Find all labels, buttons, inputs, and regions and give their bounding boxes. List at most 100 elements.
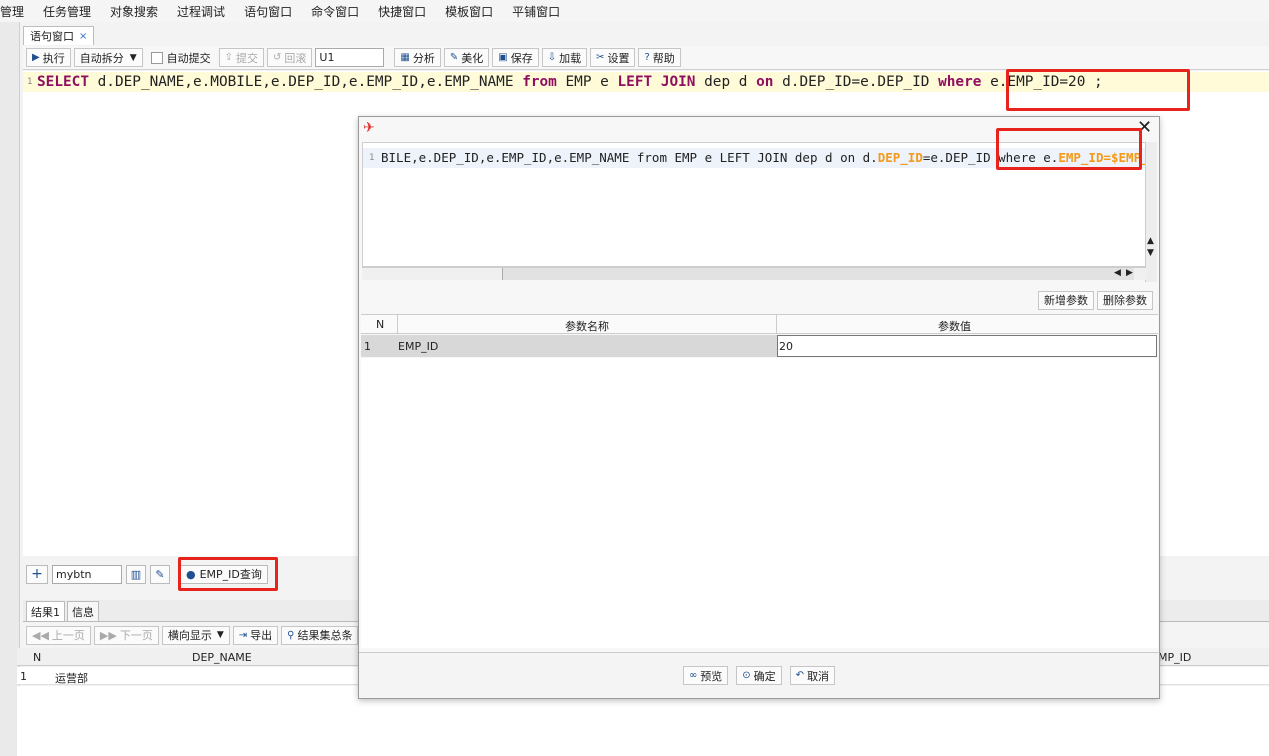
highlight-box-param [996,128,1142,170]
column-divider [397,315,398,334]
col-n[interactable]: N [376,318,384,331]
magic-wand-icon: ✎ [449,52,459,63]
scrollbar-thumb[interactable] [502,268,1134,280]
row-number: 1 [20,670,27,683]
param-table-header: N 参数名称 参数值 [361,314,1158,334]
save-label: 保存 [510,51,533,65]
execute-button[interactable]: ▶ 执行 [26,48,71,67]
export-button[interactable]: ⇥ 导出 [232,625,279,645]
menu-item-template-window[interactable]: 模板窗口 [445,3,493,20]
analyze-button[interactable]: ▦ 分析 [394,48,441,67]
chevron-down-icon: ▼ [216,630,224,640]
help-icon: ? [644,52,650,63]
highlight-box-where [1006,69,1190,111]
menu-item-debug[interactable]: 过程调试 [177,3,225,20]
menu-item-tile-windows[interactable]: 平铺窗口 [512,3,560,20]
sql-keyword: from [522,74,557,90]
floppy-icon: ▣ [498,52,508,63]
sql-keyword: where [938,74,982,90]
settings-label: 设置 [607,51,630,65]
rollback-button[interactable]: ↺ 回滚 [267,48,313,67]
highlight-box-button [178,557,278,591]
ok-button[interactable]: ⊙ 确定 [736,666,782,685]
preview-button[interactable]: ∞ 预览 [682,666,729,685]
col-n[interactable]: N [33,651,41,664]
summary-label: 结果集总条 [297,629,353,642]
ok-label: 确定 [753,669,776,683]
save-button[interactable]: ▣ 保存 [492,48,539,67]
tab-info[interactable]: 信息 [67,601,99,621]
beautify-button[interactable]: ✎ 美化 [443,48,490,67]
prev-page-button[interactable]: ◀◀ 上一页 [26,625,91,645]
left-panel-gutter[interactable] [0,22,20,756]
tab-close-icon[interactable]: × [79,31,87,42]
cancel-label: 取消 [807,669,830,683]
trash-icon[interactable]: ▥ [126,564,146,584]
pencil-icon[interactable]: ✎ [150,564,170,584]
scroll-right-icon[interactable]: ▶ [1126,268,1133,278]
calendar-icon: ▦ [400,52,410,63]
param-row[interactable]: 1 EMP_ID 20 [361,335,1158,357]
sql-text: d.DEP_NAME,e.MOBILE,e.DEP_ID,e.EMP_ID,e.… [88,74,523,90]
cancel-button[interactable]: ↶ 取消 [789,666,836,685]
col-param-value[interactable]: 参数值 [938,318,971,334]
tab-sql-window[interactable]: 语句窗口 × [23,26,95,45]
display-mode-select[interactable]: 横向显示 ▼ [161,625,230,645]
menu-item-search[interactable]: 对象搜索 [110,3,158,20]
scroll-up-icon[interactable]: ▲ [1147,236,1154,246]
param-toolbar: 新增参数 删除参数 [359,287,1159,313]
split-mode-select[interactable]: 自动拆分 ▼ [73,48,143,67]
glasses-icon: ∞ [688,670,698,681]
commit-icon: ⇪ [224,52,234,63]
param-value-input[interactable]: 20 [777,335,1157,357]
menu-item-command-window[interactable]: 命令窗口 [311,3,359,20]
menu-item-sql-window[interactable]: 语句窗口 [244,3,292,20]
vertical-scrollbar[interactable]: ▲ ▼ [1145,142,1157,282]
commit-label: 提交 [236,51,259,65]
delete-param-button[interactable]: 删除参数 [1097,290,1153,310]
param-row-number: 1 [364,340,371,353]
sql-keyword: SELECT [37,74,89,90]
next-page-button[interactable]: ▶▶ 下一页 [93,625,159,645]
menu-item-admin[interactable]: 管理 [0,3,24,20]
add-button[interactable]: + [26,564,48,584]
add-param-button[interactable]: 新增参数 [1038,290,1094,310]
summary-button[interactable]: ⚲ 结果集总条 [281,625,359,645]
sql-keyword: on [756,74,774,90]
schema-input[interactable]: U1 [315,48,385,67]
display-mode-label: 横向显示 [167,629,212,642]
load-button[interactable]: ⇩ 加载 [541,48,588,67]
commit-button[interactable]: ⇪ 提交 [218,48,265,67]
auto-commit-label: 自动提交 [166,51,211,65]
tab-label: 语句窗口 [30,30,74,43]
column-divider [776,315,777,334]
rollback-label: 回滚 [284,51,307,65]
param-name-cell[interactable]: EMP_ID [398,340,438,353]
editor-toolbar: ▶ 执行 自动拆分 ▼ 自动提交 ⇪ 提交 ↺ 回滚 U1 ▦ 分析 ✎ 美化 ▣ 保存 ⇩ 加… [23,46,1269,70]
scroll-left-icon[interactable]: ◀ [1114,268,1121,278]
parameter-dialog: ✈ ✕ 1 BILE,e.DEP_ID,e.EMP_ID,e.EMP_NAME f… [358,116,1160,699]
col-dep-name[interactable]: DEP_NAME [192,651,252,664]
sql-text: dep d [695,74,757,90]
col-emp-id[interactable]: MP_ID [1158,651,1191,664]
menu-item-quick-window[interactable]: 快捷窗口 [378,3,426,20]
cell-dep-name[interactable]: 运营部 [55,670,88,686]
scroll-down-icon[interactable]: ▼ [1147,248,1154,258]
auto-commit-checkbox[interactable]: 自动提交 [146,48,216,67]
settings-button[interactable]: ✂ 设置 [590,48,636,67]
play-icon: ▶ [32,52,40,63]
chevron-down-icon: ▼ [129,52,137,63]
app-logo-icon: ✈ [363,120,375,136]
load-icon: ⇩ [547,52,557,63]
horizontal-scrollbar[interactable]: ◀ ▶ [362,267,1146,280]
tab-result1[interactable]: 结果1 [26,601,65,621]
prev-icon: ◀◀ [32,628,49,642]
button-name-input[interactable]: mybtn [52,564,122,584]
check-circle-icon: ⊙ [742,670,751,681]
col-param-name[interactable]: 参数名称 [565,318,609,334]
search-icon: ⚲ [287,629,295,641]
sql-param: DEP_ID [877,150,923,165]
sql-keyword: LEFT JOIN [617,74,696,90]
menu-item-task[interactable]: 任务管理 [43,3,91,20]
help-button[interactable]: ? 帮助 [638,48,681,67]
